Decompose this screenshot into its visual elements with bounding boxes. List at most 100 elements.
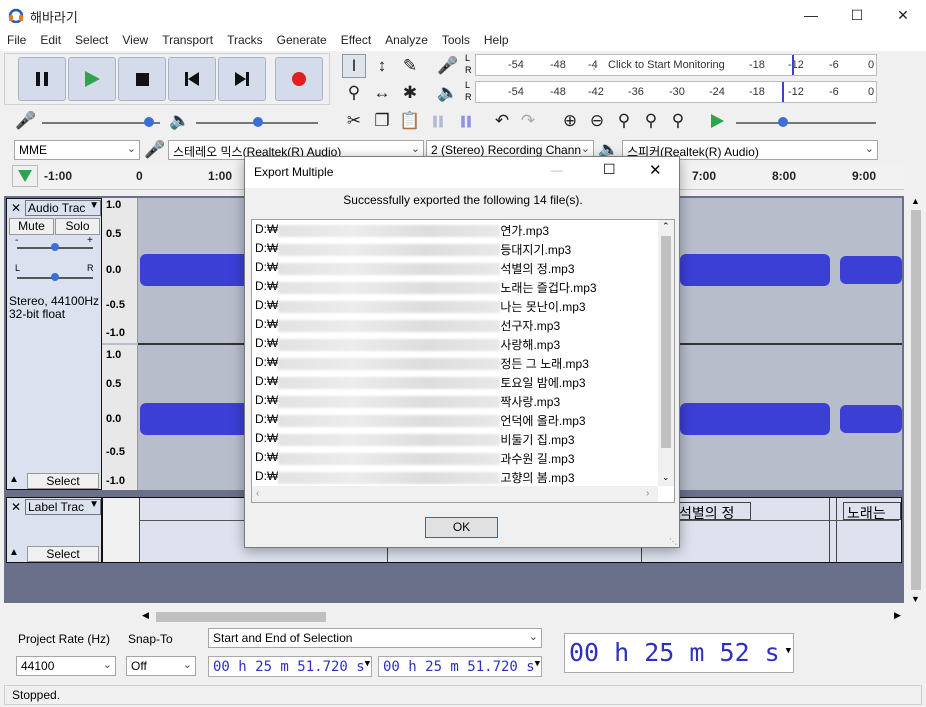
playback-volume-slider[interactable] [196,112,318,130]
exported-files-list[interactable]: D:₩ 연가.mp3 D:₩ 등대지기.mp3 D:₩ 석별의 정.mp3 D:₩ 노래… [251,219,675,503]
record-meter-hint[interactable]: Click to Start Monitoring [608,59,725,71]
menu-effect[interactable]: Effect [334,30,378,51]
ok-button[interactable]: OK [425,517,498,538]
scroll-up-arrow-icon[interactable]: ▲ [911,196,920,206]
collapse-track-button[interactable]: ▲ [9,474,25,488]
file-row[interactable]: D:₩ 선구자.mp3 [255,317,560,335]
menu-select[interactable]: Select [68,30,115,51]
envelope-tool[interactable]: ↕ [370,54,394,78]
menu-view[interactable]: View [115,30,155,51]
label-track-select-button[interactable]: Select [27,546,99,562]
mute-button[interactable]: Mute [9,218,54,235]
file-row[interactable]: D:₩ 토요일 밤에.mp3 [255,374,586,392]
record-volume-slider[interactable] [42,112,160,130]
audio-track-select-button[interactable]: Select [27,473,99,489]
play-at-speed-button[interactable] [705,109,729,133]
paste-button[interactable]: 📋 [398,109,422,133]
selection-mode-select[interactable]: Start and End of Selection ⌄ [208,628,542,648]
selection-end-time[interactable]: 00 h 25 m 51.720 s ▼ [378,656,542,677]
scroll-right-arrow-icon[interactable]: › [646,488,649,499]
silence-button[interactable]: ∥∥ [454,109,478,133]
menu-tracks[interactable]: Tracks [220,30,270,51]
file-row[interactable]: D:₩ 연가.mp3 [255,222,549,240]
project-rate-select[interactable]: 44100 ⌄ [16,656,116,676]
play-meter-speaker-icon[interactable]: 🔈 [436,81,460,105]
redo-button[interactable]: ↷ [516,109,540,133]
menu-analyze[interactable]: Analyze [378,30,435,51]
audio-position-display[interactable]: 00 h 25 m 52 s ▼ [564,633,794,673]
pan-slider[interactable] [17,273,93,281]
draw-tool[interactable]: ✎ [398,54,422,78]
slider-thumb[interactable] [778,117,788,127]
cut-button[interactable]: ✂ [342,109,366,133]
copy-button[interactable]: ❐ [370,109,394,133]
dialog-maximize-button[interactable]: ☐ [603,161,616,178]
zoom-toggle-button[interactable]: ⚲ [666,109,690,133]
snap-to-select[interactable]: Off ⌄ [126,656,196,676]
menu-transport[interactable]: Transport [155,30,220,51]
menu-edit[interactable]: Edit [33,30,68,51]
scroll-right-arrow-icon[interactable]: ▶ [894,610,901,621]
gain-slider[interactable] [17,243,93,251]
file-row[interactable]: D:₩ 노래는 즐겁다.mp3 [255,279,597,297]
menu-help[interactable]: Help [477,30,516,51]
selection-tool[interactable]: I [342,54,366,78]
zoom-in-button[interactable]: ⊕ [558,109,582,133]
record-meter[interactable]: -54 -48 -4̣ Click to Start Monitoring -1… [475,54,877,76]
file-row[interactable]: D:₩ 등대지기.mp3 [255,241,571,259]
menu-generate[interactable]: Generate [270,30,334,51]
fit-project-button[interactable]: ⚲ [639,109,663,133]
stop-button[interactable] [118,57,166,101]
scroll-left-arrow-icon[interactable]: ‹ [256,488,259,499]
audio-track-name-menu[interactable]: Audio Trac ▼ [25,200,101,216]
menu-tools[interactable]: Tools [435,30,477,51]
minimize-button[interactable]: — [788,0,834,30]
scroll-down-arrow-icon[interactable]: ▼ [911,594,920,604]
file-row[interactable]: D:₩ 나는 못난이.mp3 [255,298,586,316]
time-shift-tool[interactable]: ↔ [370,81,394,105]
file-row[interactable]: D:₩ 언덕에 올라.mp3 [255,412,586,430]
gain-slider-thumb[interactable] [51,243,59,251]
scroll-left-arrow-icon[interactable]: ◀ [142,610,149,621]
solo-button[interactable]: Solo [55,218,100,235]
tracks-horizontal-scrollbar[interactable]: ◀ ▶ [140,610,906,624]
multi-tool[interactable]: ✱ [398,81,422,105]
resize-grip-icon[interactable]: ⋱ [669,537,677,546]
file-row[interactable]: D:₩ 과수원 길.mp3 [255,450,575,468]
pause-button[interactable] [18,57,66,101]
scrollbar-thumb[interactable] [911,210,921,590]
label-track-close-button[interactable]: ✕ [9,500,23,514]
play-speed-slider[interactable] [736,112,876,130]
file-row[interactable]: D:₩ 정든 그 노래.mp3 [255,355,589,373]
label-track-name-menu[interactable]: Label Trac ▼ [25,499,101,515]
dialog-minimize-button[interactable]: — [551,163,563,177]
dialog-close-button[interactable]: ✕ [649,161,662,179]
collapse-track-button[interactable]: ▲ [9,547,25,561]
skip-to-end-button[interactable] [218,57,266,101]
menu-file[interactable]: File [0,30,33,51]
slider-thumb[interactable] [144,117,154,127]
label-box[interactable]: 석별의 정 [675,502,751,521]
pan-slider-thumb[interactable] [51,273,59,281]
file-row[interactable]: D:₩ 짝사랑.mp3 [255,393,560,411]
close-window-button[interactable]: ✕ [880,0,926,30]
file-row[interactable]: D:₩ 사랑해.mp3 [255,336,560,354]
tracks-vertical-scrollbar[interactable]: ▲ ▼ [908,196,924,608]
list-vertical-scrollbar[interactable]: ⌃ ⌄ [658,220,674,486]
record-meter-mic-icon[interactable]: 🎤 [436,54,460,78]
undo-button[interactable]: ↶ [490,109,514,133]
fit-selection-button[interactable]: ⚲ [612,109,636,133]
zoom-out-button[interactable]: ⊖ [585,109,609,133]
list-horizontal-scrollbar[interactable]: ‹ › [252,486,658,502]
audio-track-close-button[interactable]: ✕ [9,201,23,215]
file-row[interactable]: D:₩ 고향의 봄.mp3 [255,469,575,487]
maximize-button[interactable]: ☐ [834,0,880,30]
selection-start-time[interactable]: 00 h 25 m 51.720 s ▼ [208,656,372,677]
scrollbar-thumb[interactable] [661,236,671,448]
play-button[interactable] [68,57,116,101]
play-meter[interactable]: -54 -48 -42 -36 -30 -24 -18 -12 -6 0 [475,81,877,103]
zoom-tool[interactable]: ⚲ [342,81,366,105]
scroll-up-arrow-icon[interactable]: ⌃ [662,221,670,232]
scroll-down-arrow-icon[interactable]: ⌄ [662,472,670,483]
slider-thumb[interactable] [253,117,263,127]
